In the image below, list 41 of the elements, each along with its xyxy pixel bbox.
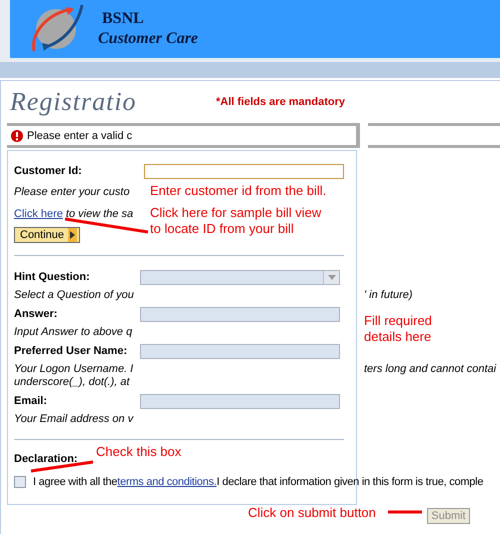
customer-id-input[interactable]: [144, 164, 344, 178]
arrow-icon: [70, 231, 76, 239]
mandatory-note: *All fields are mandatory: [216, 96, 345, 108]
declaration-label: Declaration:: [14, 453, 79, 465]
help-text: Your Email address on v: [14, 413, 134, 426]
agree-checkbox[interactable]: [14, 476, 26, 488]
text-input[interactable]: [140, 306, 340, 322]
annotation-text: Enter customer id from the bill.: [150, 183, 326, 199]
terms-link[interactable]: terms and conditions.: [117, 476, 217, 488]
text-input[interactable]: [140, 344, 340, 358]
field-label: Email:: [14, 395, 48, 407]
help-text: Select a Question of you: [14, 289, 134, 302]
help-text: Please enter your custo: [14, 186, 130, 199]
help-text: to view the sa: [66, 208, 134, 220]
help-text: Your Logon Username. I: [14, 363, 134, 376]
continue-button[interactable]: Continue: [14, 227, 80, 243]
annotation-line: [388, 510, 422, 514]
annotation-text: Check this box: [96, 444, 182, 460]
annotation-line: [30, 460, 94, 472]
annotation-text: Click here for sample bill view to locate ID from your bill: [150, 205, 322, 237]
page-title: Registratio: [8, 87, 138, 117]
text-input[interactable]: [140, 394, 340, 408]
field-label: Customer Id:: [14, 165, 83, 177]
agree-text: I agree with all the: [33, 476, 118, 488]
help-text: underscore(_), dot(.), at: [14, 376, 130, 389]
error-icon: [11, 130, 23, 142]
sample-bill-link[interactable]: Click here: [14, 208, 63, 220]
field-label: Hint Question:: [14, 271, 91, 283]
help-text: ' in future): [364, 289, 413, 302]
error-message: Please enter a valid c: [27, 130, 132, 142]
hint-question-select[interactable]: [140, 270, 340, 284]
help-text: Input Answer to above q: [14, 326, 132, 339]
caret-icon: [328, 274, 336, 280]
annotation-text: Click on submit button: [248, 505, 376, 521]
annotation-text: Fill required details here: [364, 313, 432, 345]
field-label: Answer:: [14, 308, 58, 320]
help-text: ters long and cannot contai: [364, 363, 496, 376]
brand-name: BSNL: [102, 10, 145, 28]
brand-subtitle: Customer Care: [98, 30, 198, 48]
field-label: Preferred User Name:: [14, 345, 128, 357]
agree-text: I declare that information given in this form is true, comple: [216, 476, 484, 488]
